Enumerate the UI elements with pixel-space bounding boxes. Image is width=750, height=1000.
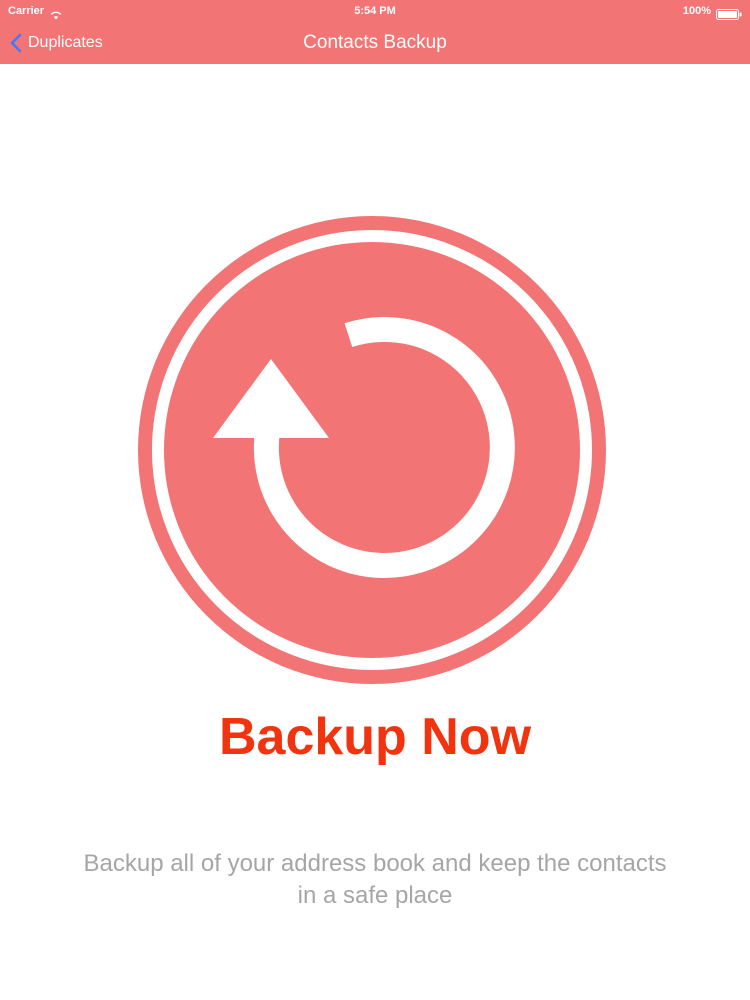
navigation-bar: Duplicates Contacts Backup [0, 22, 750, 64]
top-bar: Carrier 5:54 PM 100% Duplicates Contacts… [0, 0, 750, 64]
battery-percent: 100% [682, 5, 711, 17]
status-bar: Carrier 5:54 PM 100% [0, 0, 750, 22]
backup-description: Backup all of your address book and keep… [83, 850, 667, 909]
page-title: Contacts Backup [303, 32, 447, 53]
backup-now-label[interactable]: Backup Now [0, 704, 750, 770]
backup-circle-button[interactable] [138, 216, 606, 684]
contacts-backup-screen: Carrier 5:54 PM 100% Duplicates Contacts… [0, 0, 750, 1000]
status-right: 100% [683, 0, 742, 22]
battery-icon [716, 6, 742, 20]
status-time: 5:54 PM [354, 5, 396, 17]
refresh-icon [138, 216, 606, 684]
